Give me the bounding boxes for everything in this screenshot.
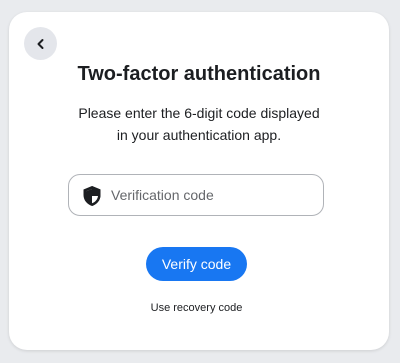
auth-card: Two-factor authentication Please enter t… — [9, 12, 389, 350]
verification-code-field[interactable] — [68, 174, 324, 216]
use-recovery-code-link[interactable]: Use recovery code — [9, 302, 384, 314]
back-button[interactable] — [24, 27, 57, 60]
chevron-left-icon — [37, 38, 43, 49]
page-title: Two-factor authentication — [77, 63, 321, 85]
shield-icon — [83, 186, 101, 206]
instruction-line-2: in your authentication app. — [116, 127, 282, 143]
verify-code-button[interactable]: Verify code — [146, 247, 247, 281]
verification-code-input[interactable] — [111, 175, 311, 215]
instruction-text: Please enter the 6-digit code displayed … — [49, 102, 349, 146]
instruction-line-1: Please enter the 6-digit code displayed — [78, 105, 320, 121]
